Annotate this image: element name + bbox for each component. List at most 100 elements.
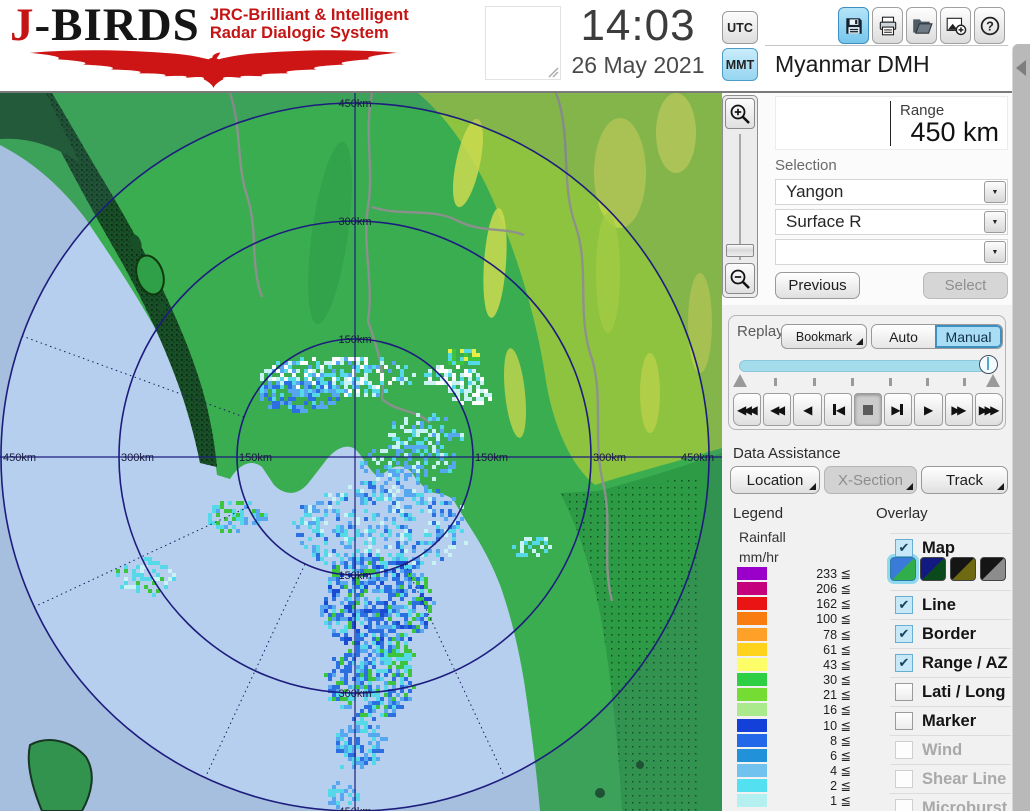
eagle-icon bbox=[29, 50, 398, 89]
product-dropdown[interactable]: Surface R ▼ bbox=[775, 209, 1008, 235]
map-zoom-control bbox=[722, 95, 758, 298]
legend-row: 162 ≦ bbox=[737, 596, 857, 611]
select-button[interactable]: Select bbox=[923, 272, 1008, 299]
legend-value: 4 ≦ bbox=[830, 764, 851, 779]
legend-swatch bbox=[737, 642, 767, 656]
slider-tick bbox=[889, 378, 892, 386]
svg-text:450km: 450km bbox=[338, 98, 371, 110]
legend-swatch bbox=[737, 627, 767, 641]
zoom-out-button[interactable] bbox=[725, 263, 755, 294]
x-section-button[interactable]: X-Section bbox=[824, 466, 917, 494]
product-dropdown-value: Surface R bbox=[786, 212, 862, 231]
checkbox-marker[interactable] bbox=[895, 712, 913, 730]
location-button[interactable]: Location bbox=[730, 466, 820, 494]
legend-value: 16 ≦ bbox=[823, 703, 851, 718]
legend-row: 2 ≦ bbox=[737, 778, 857, 793]
zoom-in-button[interactable] bbox=[725, 98, 755, 129]
open-folder-icon bbox=[911, 15, 933, 37]
overlay-label: Overlay bbox=[876, 505, 928, 522]
print-icon-button[interactable] bbox=[872, 7, 903, 44]
replay-mode-toggle: Auto Manual bbox=[871, 324, 1003, 349]
legend-swatch bbox=[737, 688, 767, 702]
replay-group: Replay Bookmark Auto Manual ◀◀◀ ◀◀ ◀ ◀ ▶ ▶ ▶▶ ▶… bbox=[728, 315, 1006, 430]
legend-value: 162 ≦ bbox=[816, 597, 851, 612]
option-dropdown[interactable]: ▼ bbox=[775, 239, 1008, 265]
radar-map-canvas[interactable]: 150km 150km 150km 150km 300km 300km 300km 300km… bbox=[0, 93, 722, 811]
forward-button[interactable]: ▶▶ bbox=[944, 393, 973, 426]
overlay-row-shear-line: Shear Line bbox=[890, 764, 1011, 793]
zoom-slider-handle[interactable] bbox=[726, 244, 754, 257]
station-title: Myanmar DMH bbox=[775, 51, 930, 77]
checkbox-line[interactable]: ✔ bbox=[895, 596, 913, 614]
date-value: 26 May 2021 bbox=[571, 52, 705, 78]
overlay-item-label: Range / AZ bbox=[922, 653, 1008, 672]
checkbox-map[interactable]: ✔ bbox=[895, 539, 913, 557]
step-back-button[interactable]: ◀ bbox=[793, 393, 822, 426]
control-panel: Range 450 km Selection Yangon ▼ Surface … bbox=[722, 93, 1012, 811]
legend-value: 233 ≦ bbox=[816, 567, 851, 581]
collapse-left-icon[interactable] bbox=[1016, 60, 1026, 76]
svg-text:150km: 150km bbox=[475, 452, 508, 464]
help-icon-button[interactable]: ? bbox=[974, 7, 1005, 44]
checkbox-range-az[interactable]: ✔ bbox=[895, 654, 913, 672]
replay-slider-track[interactable] bbox=[739, 360, 997, 372]
header-bar: J-BIRDS JRC-Brilliant & Intelligent Rada… bbox=[0, 0, 1030, 93]
fast-rewind-button[interactable]: ◀◀◀ bbox=[733, 393, 762, 426]
legend-value: 1 ≦ bbox=[830, 794, 851, 809]
bookmark-button[interactable]: Bookmark bbox=[781, 324, 867, 349]
save-icon-button[interactable] bbox=[838, 7, 869, 44]
slider-start-marker[interactable] bbox=[733, 374, 747, 387]
site-dropdown[interactable]: Yangon ▼ bbox=[775, 179, 1008, 205]
checkbox-lati-long[interactable] bbox=[895, 683, 913, 701]
mmt-button[interactable]: MMT bbox=[722, 48, 758, 81]
radar-map[interactable]: 150km 150km 150km 150km 300km 300km 300km 300km… bbox=[0, 93, 722, 811]
chevron-down-icon[interactable]: ▼ bbox=[984, 211, 1006, 233]
slider-end-marker[interactable] bbox=[986, 374, 1000, 387]
zoom-in-icon bbox=[728, 102, 752, 126]
legend-row: 61 ≦ bbox=[737, 642, 857, 657]
overlay-item-label: Microburst bbox=[922, 798, 1008, 811]
slider-tick bbox=[774, 378, 777, 386]
legend-swatch bbox=[737, 794, 767, 808]
slider-tick bbox=[851, 378, 854, 386]
svg-text:300km: 300km bbox=[338, 688, 371, 700]
skip-to-end-button[interactable]: ▶ bbox=[884, 393, 913, 426]
panel-collapse-strip[interactable] bbox=[1012, 44, 1030, 811]
overlay-item-label: Map bbox=[922, 538, 955, 557]
open-folder-icon-button[interactable] bbox=[906, 7, 937, 44]
legend-swatch bbox=[737, 582, 767, 596]
manual-button[interactable]: Manual bbox=[935, 325, 1002, 348]
rewind-button[interactable]: ◀◀ bbox=[763, 393, 792, 426]
legend-label: Legend bbox=[733, 505, 784, 522]
fast-forward-button[interactable]: ▶▶▶ bbox=[974, 393, 1003, 426]
previous-button[interactable]: Previous bbox=[775, 272, 860, 299]
auto-button[interactable]: Auto bbox=[872, 325, 935, 348]
image-capture-icon-button[interactable] bbox=[940, 7, 971, 44]
overlay-row-range-az: ✔ Range / AZ bbox=[890, 648, 1011, 677]
svg-text:450km: 450km bbox=[3, 452, 36, 464]
legend-swatch bbox=[737, 567, 767, 580]
legend-row: 100 ≦ bbox=[737, 611, 857, 626]
track-button[interactable]: Track bbox=[921, 466, 1008, 494]
skip-to-start-button[interactable]: ◀ bbox=[823, 393, 852, 426]
svg-text:300km: 300km bbox=[593, 452, 626, 464]
replay-slider-handle[interactable] bbox=[979, 355, 998, 374]
legend-swatch bbox=[737, 703, 767, 717]
zoom-slider-track[interactable] bbox=[739, 134, 741, 260]
checkbox-border[interactable]: ✔ bbox=[895, 625, 913, 643]
toolbar: ? bbox=[838, 7, 1005, 44]
jbirds-logo: J-BIRDS JRC-Brilliant & Intelligent Rada… bbox=[10, 2, 418, 90]
replay-label: Replay bbox=[737, 323, 784, 340]
legend-unit-rainfall: Rainfall bbox=[739, 529, 786, 545]
legend-row: 4 ≦ bbox=[737, 763, 857, 778]
chevron-down-icon[interactable]: ▼ bbox=[984, 241, 1006, 263]
play-button[interactable]: ▶ bbox=[914, 393, 943, 426]
data-assistance-label: Data Assistance bbox=[733, 445, 841, 462]
utc-button[interactable]: UTC bbox=[722, 11, 758, 44]
stop-button[interactable] bbox=[853, 393, 883, 426]
legend-value: 10 ≦ bbox=[823, 718, 851, 733]
checkbox-microburst bbox=[895, 799, 913, 811]
chevron-down-icon[interactable]: ▼ bbox=[984, 181, 1006, 203]
slider-tick bbox=[963, 378, 966, 386]
save-icon bbox=[843, 15, 865, 37]
